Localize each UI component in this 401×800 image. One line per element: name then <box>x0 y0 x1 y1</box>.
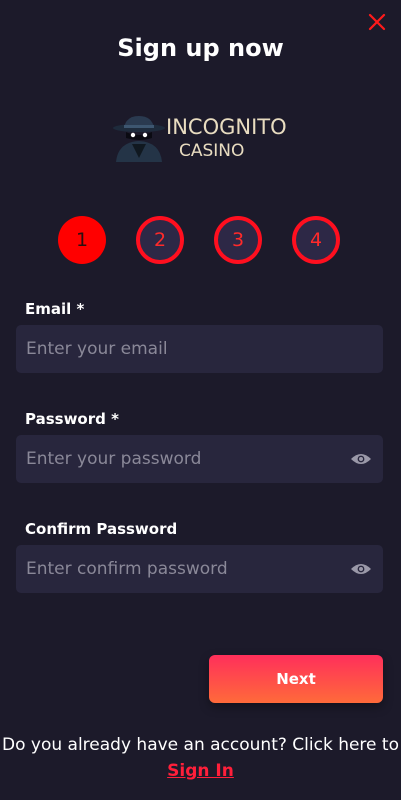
password-field-wrapper <box>16 435 383 483</box>
step-1: 1 <box>58 216 106 264</box>
signup-modal: Sign up now INCOGNITO CASINO 1 2 3 4 Ema… <box>0 0 401 800</box>
email-field[interactable] <box>16 325 383 373</box>
show-confirm-password-icon[interactable] <box>349 557 373 581</box>
password-field[interactable] <box>16 435 349 483</box>
signin-prompt: Do you already have an account? Click he… <box>0 732 401 784</box>
email-label: Email * <box>25 300 85 318</box>
confirm-password-label: Confirm Password <box>25 520 178 538</box>
brand-logo: INCOGNITO CASINO <box>112 112 292 168</box>
confirm-password-field-wrapper <box>16 545 383 593</box>
signin-link[interactable]: Sign In <box>167 761 234 781</box>
password-label: Password * <box>25 410 119 428</box>
logo-text-bottom: CASINO <box>179 141 245 161</box>
signin-prompt-text: Do you already have an account? Click he… <box>2 735 399 755</box>
step-2: 2 <box>136 216 184 264</box>
next-button[interactable]: Next <box>209 655 383 703</box>
logo-text-top: INCOGNITO <box>166 115 287 139</box>
show-password-icon[interactable] <box>349 447 373 471</box>
step-4: 4 <box>292 216 340 264</box>
step-indicator: 1 2 3 4 <box>58 216 341 264</box>
email-field-wrapper <box>16 325 383 373</box>
step-3: 3 <box>214 216 262 264</box>
spy-icon <box>113 116 165 162</box>
confirm-password-field[interactable] <box>16 545 349 593</box>
page-title: Sign up now <box>117 34 284 62</box>
close-icon[interactable] <box>365 10 389 34</box>
